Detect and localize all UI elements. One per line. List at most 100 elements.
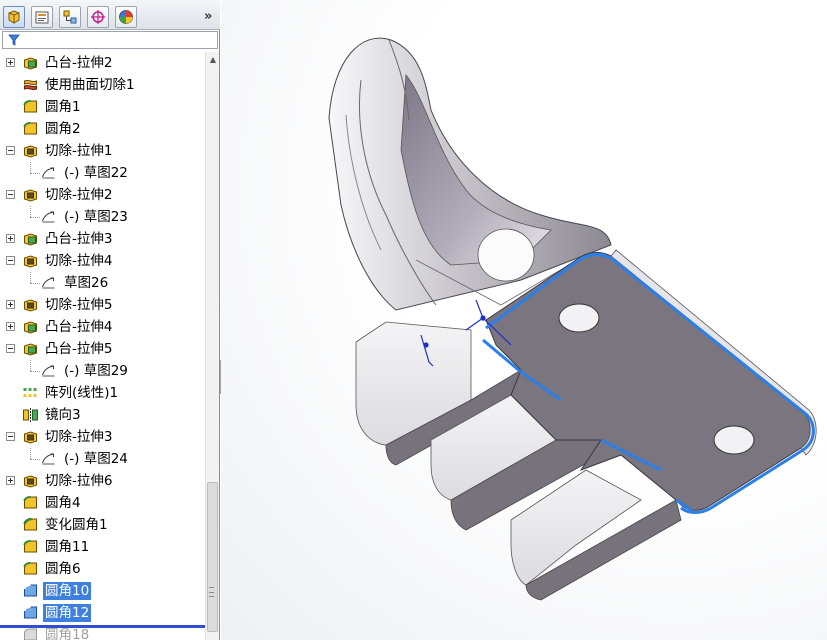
mirror-icon bbox=[22, 407, 39, 423]
tree-item-label: 圆角1 bbox=[45, 99, 81, 115]
sketch-icon bbox=[40, 275, 57, 291]
feature-manager-icon bbox=[8, 10, 20, 24]
tree-feature-item[interactable]: 切除-拉伸4 bbox=[0, 250, 205, 272]
tree-child-item[interactable]: (-) 草图29 bbox=[0, 360, 205, 382]
collapse-minus-icon[interactable] bbox=[6, 190, 15, 199]
tree-connector-line bbox=[30, 283, 40, 284]
tree-item-label: 圆角6 bbox=[45, 561, 81, 577]
tree-item-label: 圆角4 bbox=[45, 495, 81, 511]
tree-feature-item[interactable]: 圆角10 bbox=[0, 580, 205, 602]
tree-item-label: 圆角12 bbox=[43, 604, 92, 622]
tree-item-label: 切除-拉伸2 bbox=[45, 187, 113, 203]
cut-extrude-icon bbox=[22, 253, 39, 269]
tree-item-label: 凸台-拉伸5 bbox=[45, 341, 113, 357]
expand-plus-icon[interactable] bbox=[6, 58, 15, 67]
tree-feature-item[interactable]: 使用曲面切除1 bbox=[0, 74, 205, 96]
tree-item-label: 草图26 bbox=[64, 275, 109, 291]
scroll-thumb[interactable] bbox=[207, 482, 218, 632]
variable-fillet-icon bbox=[22, 517, 39, 533]
expand-plus-icon[interactable] bbox=[6, 322, 15, 331]
tree-child-item[interactable]: (-) 草图24 bbox=[0, 448, 205, 470]
tree-child-item[interactable]: 草图26 bbox=[0, 272, 205, 294]
collapse-minus-icon[interactable] bbox=[6, 432, 15, 441]
tree-feature-item[interactable]: 圆角11 bbox=[0, 536, 205, 558]
feature-manager-panel: » 凸台-拉伸2 使用曲面切除1 圆角1 圆角2 切除-拉伸1 (-) 草图22 切除-拉伸… bbox=[0, 0, 220, 640]
scroll-up-arrow-icon[interactable]: ▲ bbox=[206, 52, 220, 66]
tree-feature-item[interactable]: 切除-拉伸1 bbox=[0, 140, 205, 162]
tree-feature-item[interactable]: 凸台-拉伸2 bbox=[0, 52, 205, 74]
cut-extrude-icon bbox=[22, 187, 39, 203]
tree-connector-line bbox=[30, 371, 40, 372]
tree-feature-item[interactable]: 变化圆角1 bbox=[0, 514, 205, 536]
tree-feature-item[interactable]: 圆角6 bbox=[0, 558, 205, 580]
tree-feature-item[interactable]: 切除-拉伸2 bbox=[0, 184, 205, 206]
tree-feature-item[interactable]: 圆角2 bbox=[0, 118, 205, 140]
property-manager-tab[interactable] bbox=[31, 6, 53, 28]
boss-extrude-icon bbox=[22, 231, 39, 247]
graphics-viewport[interactable] bbox=[221, 0, 827, 640]
more-tabs-chevron[interactable]: » bbox=[204, 9, 213, 24]
fillet-dim-icon bbox=[22, 627, 39, 640]
tree-feature-item[interactable]: 圆角1 bbox=[0, 96, 205, 118]
tree-connector-line bbox=[30, 173, 40, 174]
scroll-grip-icon bbox=[209, 587, 214, 597]
fillet-icon bbox=[22, 121, 39, 137]
dimxpert-tab[interactable] bbox=[87, 6, 109, 28]
tree-feature-item[interactable]: 圆角4 bbox=[0, 492, 205, 514]
manager-tab-bar: » bbox=[0, 0, 220, 30]
filter-icon bbox=[8, 34, 20, 46]
boss-extrude-icon bbox=[22, 55, 39, 71]
cut-extrude-icon bbox=[22, 429, 39, 445]
expand-plus-icon[interactable] bbox=[6, 234, 15, 243]
tree-item-label: 凸台-拉伸2 bbox=[45, 55, 113, 71]
tree-item-label: 阵列(线性)1 bbox=[45, 385, 119, 401]
tree-feature-item[interactable]: 切除-拉伸3 bbox=[0, 426, 205, 448]
tree-child-item[interactable]: (-) 草图23 bbox=[0, 206, 205, 228]
feature-manager-tab[interactable] bbox=[3, 6, 25, 28]
tree-feature-item[interactable]: 切除-拉伸5 bbox=[0, 294, 205, 316]
tree-item-label: (-) 草图29 bbox=[64, 363, 128, 379]
tree-feature-item[interactable]: 镜向3 bbox=[0, 404, 205, 426]
tree-item-label: (-) 草图23 bbox=[64, 209, 128, 225]
collapse-minus-icon[interactable] bbox=[6, 256, 15, 265]
tree-feature-item[interactable]: 凸台-拉伸5 bbox=[0, 338, 205, 360]
configuration-manager-icon bbox=[63, 10, 77, 24]
feature-tree: 凸台-拉伸2 使用曲面切除1 圆角1 圆角2 切除-拉伸1 (-) 草图22 切除-拉伸2 (… bbox=[0, 52, 205, 640]
tree-connector-line bbox=[30, 217, 40, 218]
boss-extrude-icon bbox=[22, 341, 39, 357]
sketch-icon bbox=[40, 451, 57, 467]
expand-plus-icon[interactable] bbox=[6, 476, 15, 485]
tree-connector-line bbox=[30, 272, 31, 283]
tree-feature-item[interactable]: 切除-拉伸6 bbox=[0, 470, 205, 492]
tree-feature-item[interactable]: 凸台-拉伸3 bbox=[0, 228, 205, 250]
tree-connector-line bbox=[30, 206, 31, 217]
rollback-bar[interactable] bbox=[0, 625, 205, 628]
3d-part-model[interactable] bbox=[221, 0, 827, 640]
feature-filter-input[interactable] bbox=[2, 31, 218, 49]
tree-connector-line bbox=[30, 360, 31, 371]
fillet-icon bbox=[22, 99, 39, 115]
display-manager-icon bbox=[119, 10, 133, 24]
tree-item-label: 变化圆角1 bbox=[45, 517, 108, 533]
cut-extrude-icon bbox=[22, 473, 39, 489]
tree-connector-line bbox=[30, 459, 40, 460]
tree-item-label: 切除-拉伸4 bbox=[45, 253, 113, 269]
tree-feature-item[interactable]: 阵列(线性)1 bbox=[0, 382, 205, 404]
property-manager-icon bbox=[35, 11, 49, 24]
tree-item-label: 镜向3 bbox=[45, 407, 81, 423]
tree-scrollbar[interactable]: ▲ bbox=[205, 52, 219, 640]
tree-item-label: 切除-拉伸6 bbox=[45, 473, 113, 489]
tree-item-label: (-) 草图24 bbox=[64, 451, 128, 467]
tree-item-label: 圆角11 bbox=[45, 539, 90, 555]
collapse-minus-icon[interactable] bbox=[6, 344, 15, 353]
display-manager-tab[interactable] bbox=[115, 6, 137, 28]
linear-pattern-icon bbox=[22, 385, 39, 401]
collapse-minus-icon[interactable] bbox=[6, 146, 15, 155]
tree-feature-item[interactable]: 凸台-拉伸4 bbox=[0, 316, 205, 338]
tree-feature-item[interactable]: 圆角12 bbox=[0, 602, 205, 624]
tree-connector-line bbox=[30, 448, 31, 459]
expand-plus-icon[interactable] bbox=[6, 300, 15, 309]
tree-child-item[interactable]: (-) 草图22 bbox=[0, 162, 205, 184]
boss-extrude-icon bbox=[22, 319, 39, 335]
configuration-manager-tab[interactable] bbox=[59, 6, 81, 28]
